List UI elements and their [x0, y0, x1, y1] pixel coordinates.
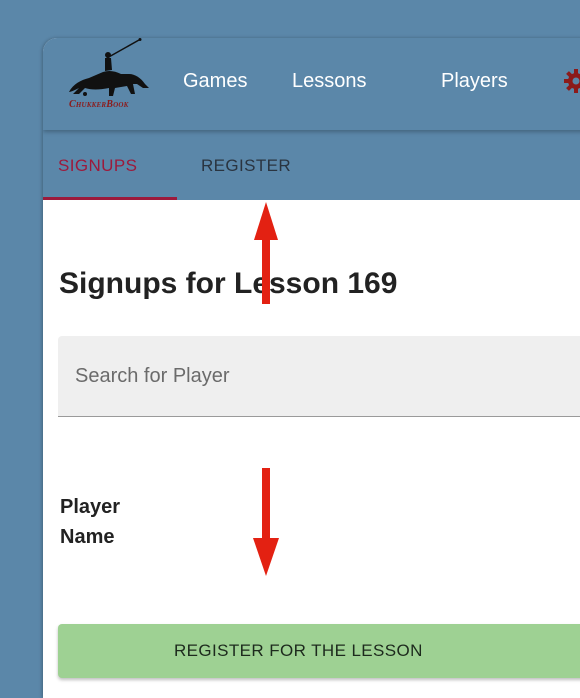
nav-link-games[interactable]: Games [183, 69, 247, 93]
active-tab-indicator [43, 197, 177, 200]
main-content: Signups for Lesson 169 Player Name REGIS… [43, 200, 580, 698]
logo-text: ChukkerBook [69, 99, 129, 110]
nav-link-lessons[interactable]: Lessons [292, 69, 367, 93]
search-input[interactable] [75, 360, 555, 392]
gear-icon[interactable] [563, 68, 580, 94]
polo-player-logo-icon [69, 38, 149, 96]
app-window: ChukkerBook Games Lessons Players SIGNUP… [43, 38, 580, 698]
register-button-label: REGISTER FOR THE LESSON [174, 641, 423, 660]
navbar: ChukkerBook Games Lessons Players [43, 38, 580, 130]
search-field[interactable] [58, 336, 580, 417]
register-for-lesson-button[interactable]: REGISTER FOR THE LESSON [58, 624, 580, 678]
page-title: Signups for Lesson 169 [59, 267, 398, 300]
brand-logo[interactable]: ChukkerBook [55, 38, 155, 118]
tab-bar: SIGNUPS REGISTER [43, 130, 580, 200]
annotation-arrow-down-icon [253, 468, 279, 576]
tab-signups[interactable]: SIGNUPS [58, 156, 137, 176]
nav-link-players[interactable]: Players [441, 69, 508, 93]
tab-register[interactable]: REGISTER [201, 156, 291, 176]
column-header-player-name: Player Name [60, 496, 121, 548]
annotation-arrow-up-icon [254, 202, 278, 304]
